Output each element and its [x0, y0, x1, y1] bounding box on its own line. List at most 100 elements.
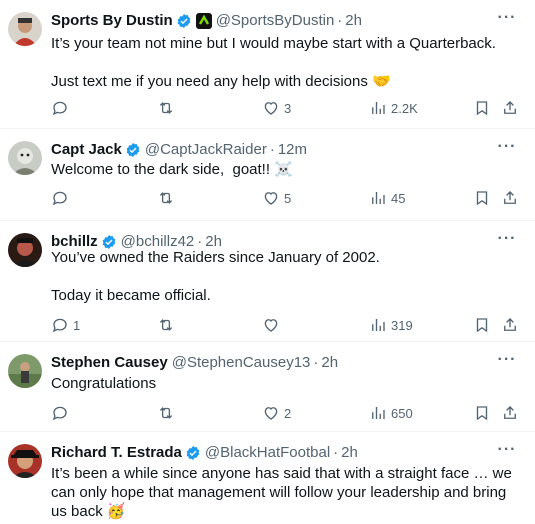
verified-badge-icon — [176, 13, 192, 29]
tweet-text: It’s been a while since anyone has said … — [51, 465, 516, 520]
retweet-icon — [159, 407, 173, 419]
avatar[interactable] — [8, 444, 42, 478]
tweet[interactable]: Capt Jack @CaptJackRaider · 12m ··· Welc… — [0, 129, 535, 221]
reply-button[interactable]: 1 — [51, 315, 80, 335]
reply-icon — [52, 191, 67, 206]
timestamp[interactable]: 2h — [341, 443, 358, 463]
like-count: 5 — [284, 190, 292, 206]
views-icon — [372, 102, 385, 114]
like-button[interactable]: 3 — [262, 98, 291, 118]
tweet[interactable]: Sports By Dustin @SportsByDustin · 2h ··… — [0, 0, 535, 129]
bookmark-button[interactable] — [473, 188, 491, 208]
separator-dot: · — [269, 141, 275, 158]
view-count: 650 — [391, 405, 413, 421]
share-button[interactable] — [501, 403, 519, 423]
user-handle[interactable]: @StephenCausey13 — [172, 353, 311, 373]
views-icon — [372, 319, 385, 331]
view-count: 319 — [391, 317, 413, 333]
heart-icon — [264, 102, 278, 115]
retweet-button[interactable] — [157, 403, 179, 423]
like-button[interactable] — [262, 315, 284, 335]
display-name[interactable]: Richard T. Estrada — [51, 443, 182, 463]
avatar[interactable] — [8, 12, 42, 46]
verified-badge-icon — [125, 142, 141, 158]
share-button[interactable] — [501, 98, 519, 118]
reply-icon — [52, 101, 67, 116]
heart-icon — [264, 192, 278, 205]
share-button[interactable] — [501, 188, 519, 208]
reply-icon — [52, 406, 67, 421]
heart-icon — [264, 407, 278, 420]
views-button[interactable]: 319 — [369, 315, 413, 335]
bookmark-button[interactable] — [473, 403, 491, 423]
tweet[interactable]: Richard T. Estrada @BlackHatFootbal · 2h… — [0, 432, 535, 524]
bookmark-button[interactable] — [473, 98, 491, 118]
view-count: 45 — [391, 190, 406, 206]
display-name[interactable]: Capt Jack — [51, 140, 122, 160]
views-icon — [372, 407, 385, 419]
retweet-button[interactable] — [157, 315, 179, 335]
action-bar: 5 45 — [51, 188, 521, 208]
avatar[interactable] — [8, 354, 42, 388]
reply-button[interactable] — [51, 188, 73, 208]
bookmark-button[interactable] — [473, 315, 491, 335]
separator-dot: · — [337, 12, 343, 29]
action-bar: 3 2.2K — [51, 98, 521, 118]
timestamp[interactable]: 12m — [278, 140, 307, 160]
like-button[interactable]: 5 — [262, 188, 291, 208]
timestamp[interactable]: 2h — [321, 353, 338, 373]
share-icon — [504, 318, 516, 331]
tweet-header: Sports By Dustin @SportsByDustin · 2h — [51, 11, 505, 31]
share-button[interactable] — [501, 315, 519, 335]
verified-badge-icon — [185, 445, 201, 461]
tweet-text: You’ve owned the Raiders since January o… — [51, 249, 380, 304]
like-button[interactable]: 2 — [262, 403, 291, 423]
retweet-icon — [159, 192, 173, 204]
views-button[interactable]: 45 — [369, 188, 405, 208]
timestamp[interactable]: 2h — [345, 11, 362, 31]
tweet-text: Welcome to the dark side, goat!! ☠️ — [51, 161, 293, 178]
display-name[interactable]: Sports By Dustin — [51, 11, 173, 31]
more-options-icon[interactable]: ··· — [497, 352, 517, 373]
views-button[interactable]: 2.2K — [369, 98, 418, 118]
view-count: 2.2K — [391, 100, 418, 116]
separator-dot: · — [313, 354, 319, 371]
like-count: 2 — [284, 405, 292, 421]
more-options-icon[interactable]: ··· — [497, 139, 517, 160]
tweet[interactable]: bchillz @bchillz42 · 2h ··· You’ve owned… — [0, 221, 535, 342]
retweet-icon — [159, 319, 173, 331]
avatar[interactable] — [8, 233, 42, 267]
bookmark-icon — [476, 318, 488, 333]
tweet-text: Congratulations — [51, 375, 157, 392]
more-options-icon[interactable]: ··· — [497, 10, 517, 31]
tweet[interactable]: Stephen Causey @StephenCausey13 · 2h ···… — [0, 342, 535, 432]
bookmark-icon — [476, 101, 488, 116]
user-handle[interactable]: @SportsByDustin — [216, 11, 335, 31]
more-options-icon[interactable]: ··· — [497, 442, 517, 463]
display-name[interactable]: Stephen Causey — [51, 353, 168, 373]
tweet-text: It’s your team not mine but I would mayb… — [51, 35, 496, 90]
retweet-icon — [159, 102, 173, 114]
heart-icon — [264, 319, 278, 332]
bookmark-icon — [476, 406, 488, 421]
avatar[interactable] — [8, 141, 42, 175]
affiliate-badge-icon — [195, 13, 212, 29]
views-button[interactable]: 650 — [369, 403, 413, 423]
separator-dot: · — [333, 444, 339, 461]
user-handle[interactable]: @CaptJackRaider — [145, 140, 267, 160]
reply-count: 1 — [73, 317, 81, 333]
tweet-header: Richard T. Estrada @BlackHatFootbal · 2h — [51, 443, 505, 463]
like-count: 3 — [284, 100, 292, 116]
bookmark-icon — [476, 191, 488, 206]
share-icon — [504, 406, 516, 419]
retweet-button[interactable] — [157, 188, 179, 208]
share-icon — [504, 191, 516, 204]
reply-button[interactable] — [51, 98, 73, 118]
action-bar: 2 650 — [51, 403, 521, 423]
reply-button[interactable] — [51, 403, 73, 423]
reply-icon — [52, 318, 67, 333]
share-icon — [504, 101, 516, 114]
user-handle[interactable]: @BlackHatFootbal — [205, 443, 330, 463]
retweet-button[interactable] — [157, 98, 179, 118]
tweet-header: Stephen Causey @StephenCausey13 · 2h — [51, 353, 505, 373]
